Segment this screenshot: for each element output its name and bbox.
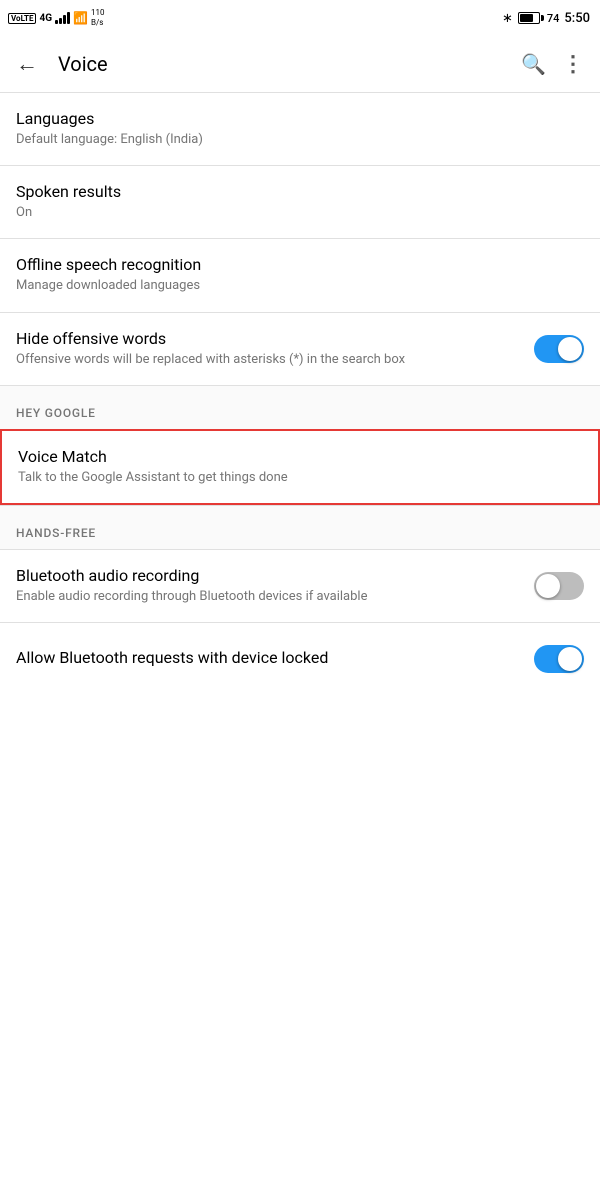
offline-speech-text: Offline speech recognition Manage downlo…	[16, 255, 584, 295]
spoken-results-title: Spoken results	[16, 182, 572, 201]
search-button[interactable]: 🔍	[521, 52, 546, 76]
bluetooth-audio-subtitle: Enable audio recording through Bluetooth…	[16, 588, 522, 606]
bluetooth-requests-title: Allow Bluetooth requests with device loc…	[16, 648, 522, 667]
bluetooth-audio-text: Bluetooth audio recording Enable audio r…	[16, 566, 534, 606]
toggle-knob-bluetooth	[536, 574, 560, 598]
hide-offensive-title: Hide offensive words	[16, 329, 522, 348]
offline-speech-subtitle: Manage downloaded languages	[16, 277, 572, 295]
volte-badge: VoLTE	[8, 13, 36, 24]
languages-item[interactable]: Languages Default language: English (Ind…	[0, 93, 600, 165]
speed-text: 110B/s	[91, 8, 105, 27]
app-bar: ← Voice 🔍 ⋮	[0, 36, 600, 92]
hey-google-label: HEY GOOGLE	[16, 406, 96, 420]
wifi-icon: 📶	[73, 11, 88, 25]
voice-match-item[interactable]: Voice Match Talk to the Google Assistant…	[0, 429, 600, 505]
page-title: Voice	[58, 52, 521, 76]
bluetooth-audio-title: Bluetooth audio recording	[16, 566, 522, 585]
toggle-knob-bluetooth-req	[558, 647, 582, 671]
hands-free-label: HANDS-FREE	[16, 526, 96, 540]
hey-google-section-header: HEY GOOGLE	[0, 386, 600, 429]
hide-offensive-toggle[interactable]	[534, 335, 584, 363]
bar2	[59, 18, 62, 24]
languages-subtitle: Default language: English (India)	[16, 131, 572, 149]
hide-offensive-text: Hide offensive words Offensive words wil…	[16, 329, 534, 369]
offline-speech-title: Offline speech recognition	[16, 255, 572, 274]
battery-icon	[518, 12, 544, 24]
hands-free-section-header: HANDS-FREE	[0, 506, 600, 549]
back-button[interactable]: ←	[16, 51, 38, 77]
bluetooth-audio-item[interactable]: Bluetooth audio recording Enable audio r…	[0, 550, 600, 622]
voice-match-text: Voice Match Talk to the Google Assistant…	[18, 447, 582, 487]
battery-container: 74	[518, 12, 560, 25]
bar3	[63, 15, 66, 24]
bar4	[67, 12, 70, 24]
bluetooth-icon: ∗	[502, 11, 513, 26]
voice-match-subtitle: Talk to the Google Assistant to get thin…	[18, 469, 570, 487]
status-right: ∗ 74 5:50	[502, 11, 590, 26]
signal-4g: 4G	[39, 13, 52, 24]
hide-offensive-subtitle: Offensive words will be replaced with as…	[16, 351, 522, 369]
clock: 5:50	[564, 11, 590, 26]
bluetooth-audio-toggle[interactable]	[534, 572, 584, 600]
status-left: VoLTE 4G 📶 110B/s	[8, 8, 104, 27]
voice-match-title: Voice Match	[18, 447, 570, 466]
bar1	[55, 20, 58, 24]
signal-bars	[55, 12, 70, 24]
offline-speech-item[interactable]: Offline speech recognition Manage downlo…	[0, 239, 600, 311]
battery-percent: 74	[547, 12, 560, 25]
spoken-results-item[interactable]: Spoken results On	[0, 166, 600, 238]
spoken-results-text: Spoken results On	[16, 182, 584, 222]
languages-text: Languages Default language: English (Ind…	[16, 109, 584, 149]
app-bar-actions: 🔍 ⋮	[521, 52, 584, 77]
more-options-button[interactable]: ⋮	[562, 52, 584, 77]
bluetooth-requests-text: Allow Bluetooth requests with device loc…	[16, 648, 534, 670]
status-bar: VoLTE 4G 📶 110B/s ∗ 74 5:50	[0, 0, 600, 36]
bluetooth-requests-toggle[interactable]	[534, 645, 584, 673]
languages-title: Languages	[16, 109, 572, 128]
hide-offensive-item[interactable]: Hide offensive words Offensive words wil…	[0, 313, 600, 385]
bluetooth-requests-item[interactable]: Allow Bluetooth requests with device loc…	[0, 623, 600, 695]
spoken-results-subtitle: On	[16, 204, 572, 222]
toggle-knob	[558, 337, 582, 361]
